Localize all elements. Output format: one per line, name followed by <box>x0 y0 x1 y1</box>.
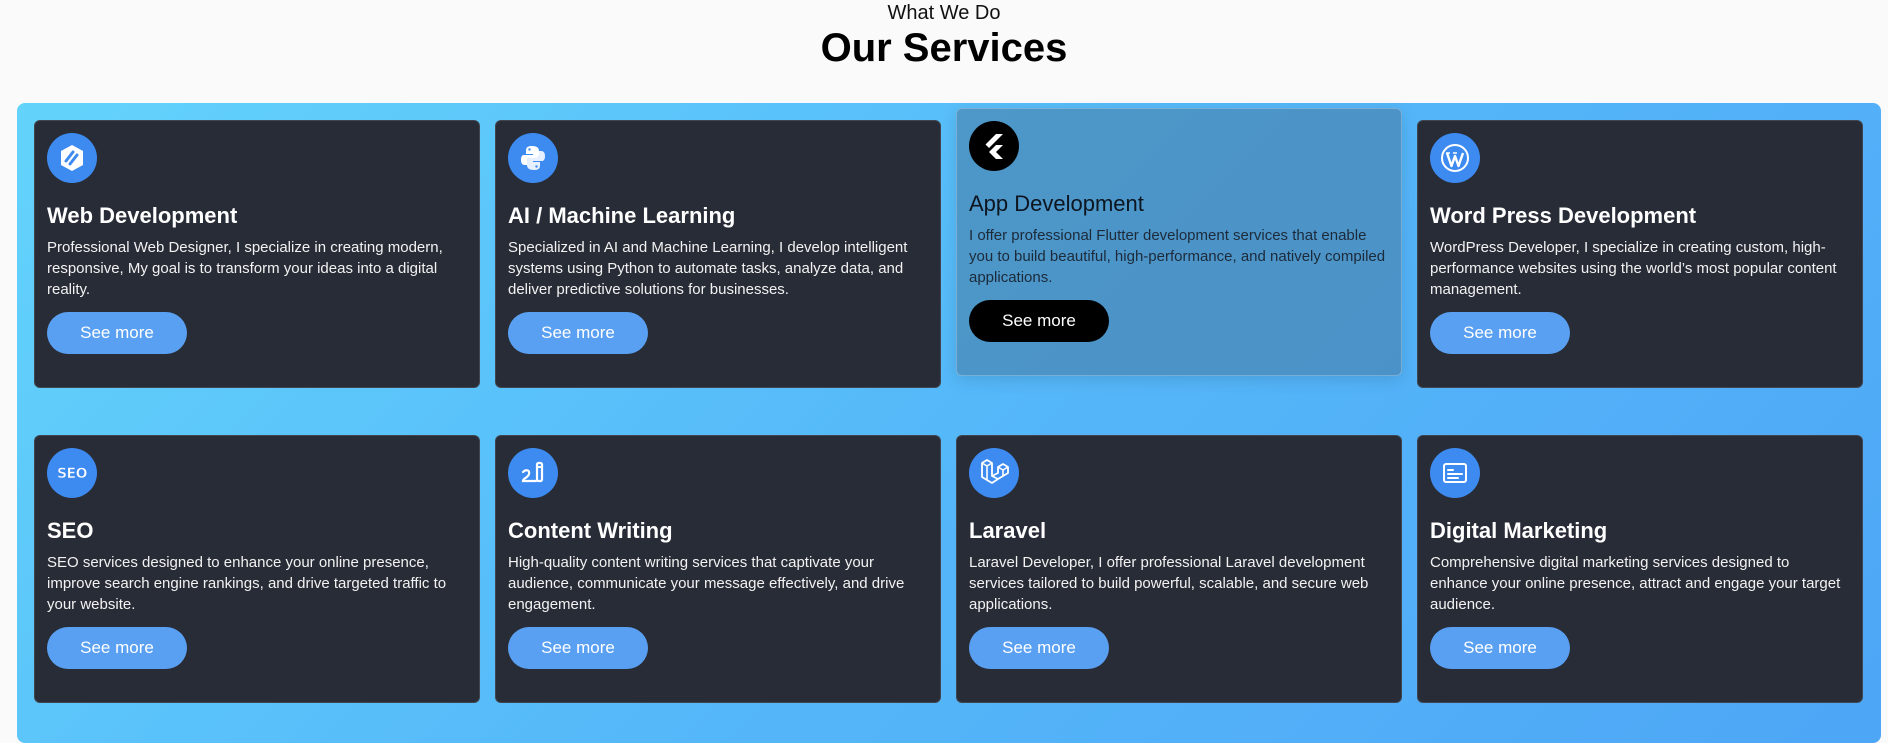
card-title: AI / Machine Learning <box>508 203 736 228</box>
service-card-wordpress-development: Word Press Development WordPress Develop… <box>1417 120 1863 388</box>
card-title: App Development <box>969 191 1144 216</box>
service-card-app-development: App Development I offer professional Flu… <box>956 108 1402 376</box>
card-description: SEO services designed to enhance your on… <box>47 554 447 613</box>
python-icon <box>508 133 558 183</box>
card-description: Laravel Developer, I offer professional … <box>969 554 1369 613</box>
wordpress-icon <box>1430 133 1480 183</box>
service-card-content-writing: Content Writing High-quality content wri… <box>495 435 941 703</box>
see-more-button[interactable]: See more <box>47 627 187 669</box>
svg-text:SEO: SEO <box>57 466 88 482</box>
see-more-button[interactable]: See more <box>969 300 1109 342</box>
see-more-button[interactable]: See more <box>969 627 1109 669</box>
see-more-button[interactable]: See more <box>1430 312 1570 354</box>
section-title: Our Services <box>820 26 1068 70</box>
card-title: Word Press Development <box>1430 203 1697 228</box>
pen-icon <box>508 448 558 498</box>
card-title: Web Development <box>47 203 238 228</box>
card-description: Comprehensive digital marketing services… <box>1430 554 1841 613</box>
web-development-icon <box>47 133 97 183</box>
service-card-seo: SEO SEO SEO services designed to enhance… <box>34 435 480 703</box>
services-panel: Web Development Professional Web Designe… <box>17 103 1881 743</box>
see-more-button[interactable]: See more <box>508 627 648 669</box>
card-title: Digital Marketing <box>1430 518 1608 543</box>
card-title: Laravel <box>969 518 1047 543</box>
flutter-icon <box>969 121 1019 171</box>
service-card-digital-marketing: Digital Marketing Comprehensive digital … <box>1417 435 1863 703</box>
card-title: SEO <box>47 518 94 543</box>
card-description: High-quality content writing services th… <box>508 554 905 613</box>
service-card-web-development: Web Development Professional Web Designe… <box>34 120 480 388</box>
see-more-button[interactable]: See more <box>1430 627 1570 669</box>
service-card-laravel: Laravel Laravel Developer, I offer profe… <box>956 435 1402 703</box>
card-description: Professional Web Designer, I specialize … <box>47 239 443 298</box>
laravel-icon <box>969 448 1019 498</box>
see-more-button[interactable]: See more <box>508 312 648 354</box>
seo-icon: SEO <box>47 448 97 498</box>
card-title: Content Writing <box>508 518 673 543</box>
service-card-ai-machine-learning: AI / Machine Learning Specialized in AI … <box>495 120 941 388</box>
card-description: WordPress Developer, I specialize in cre… <box>1430 239 1837 298</box>
see-more-button[interactable]: See more <box>47 312 187 354</box>
marketing-card-icon <box>1430 448 1480 498</box>
section-subtitle: What We Do <box>887 2 1001 24</box>
card-description: I offer professional Flutter development… <box>969 227 1386 286</box>
card-description: Specialized in AI and Machine Learning, … <box>508 239 908 298</box>
